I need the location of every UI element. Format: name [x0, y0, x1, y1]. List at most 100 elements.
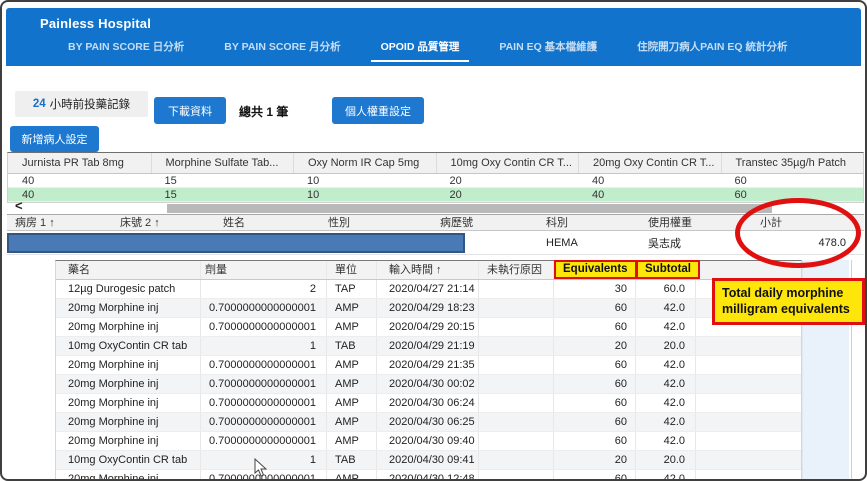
weights-table-row[interactable]: 401510204060 [8, 188, 863, 202]
medication-cell: 2020/04/30 06:24 [377, 394, 479, 412]
weights-cell: 20 [436, 188, 579, 202]
medication-cell: AMP [327, 432, 377, 450]
medication-cell: 1 [201, 337, 327, 355]
medication-table-row[interactable]: 20mg Morphine inj0.7000000000000001AMP20… [56, 318, 801, 337]
medication-cell: 20 [554, 337, 636, 355]
medication-cell: 60 [554, 318, 636, 336]
weights-col-transtec[interactable]: Transtec 35µg/h Patch [721, 153, 864, 173]
weights-col-oxynorm[interactable]: Oxy Norm IR Cap 5mg [293, 153, 436, 173]
medication-cell [479, 318, 554, 336]
med-col-subtotal[interactable]: Subtotal [636, 261, 696, 279]
medication-cell: 42.0 [636, 413, 696, 431]
medication-table-row[interactable]: 20mg Morphine inj0.7000000000000001AMP20… [56, 299, 801, 318]
medication-cell: AMP [327, 413, 377, 431]
medication-table-row[interactable]: 20mg Morphine inj0.7000000000000001AMP20… [56, 413, 801, 432]
tab-pain-score-monthly[interactable]: BY PAIN SCORE 月分析 [214, 39, 350, 62]
medication-cell [479, 356, 554, 374]
personal-weight-button[interactable]: 個人權重設定 [332, 97, 424, 124]
medication-cell: 20.0 [636, 451, 696, 469]
weights-cell: 40 [8, 188, 151, 202]
medication-cell: AMP [327, 470, 377, 481]
patient-col-name[interactable]: 姓名 [215, 215, 320, 231]
weights-col-jurnista[interactable]: Jurnista PR Tab 8mg [8, 153, 151, 173]
patient-department-cell: HEMA [538, 237, 640, 249]
medication-table-header: 藥名 劑量 單位 輸入時間 ↑ 未執行原因 Equivalents Subtot… [56, 261, 801, 280]
medication-cell: 42.0 [636, 470, 696, 481]
weights-cell: 15 [151, 174, 294, 188]
medication-table-row[interactable]: 20mg Morphine inj0.7000000000000001AMP20… [56, 394, 801, 413]
medication-cell: 2020/04/27 21:14 [377, 280, 479, 298]
medication-cell: 2 [201, 280, 327, 298]
med-col-equivalents[interactable]: Equivalents [554, 261, 636, 279]
med-col-unit[interactable]: 單位 [327, 261, 377, 279]
medication-cell [479, 451, 554, 469]
medication-cell: AMP [327, 299, 377, 317]
medication-table-row[interactable]: 10mg OxyContin CR tab1TAB2020/04/30 09:4… [56, 451, 801, 470]
mouse-cursor-icon [254, 458, 267, 481]
med-col-drug-name[interactable]: 藥名 [56, 261, 201, 279]
scroll-left-arrow-icon[interactable]: < [15, 198, 23, 213]
patient-col-bed[interactable]: 床號 2 ↑ [112, 215, 215, 231]
medication-cell: 2020/04/29 20:15 [377, 318, 479, 336]
med-col-entry-time[interactable]: 輸入時間 ↑ [377, 261, 479, 279]
weights-table-row[interactable]: 401510204060 [8, 174, 863, 188]
medication-cell: 12µg Durogesic patch [56, 280, 201, 298]
tab-pain-score-daily[interactable]: BY PAIN SCORE 日分析 [58, 39, 194, 62]
medication-cell: 0.7000000000000001 [201, 394, 327, 412]
medication-cell-filler [696, 375, 801, 393]
medication-cell: 42.0 [636, 432, 696, 450]
medication-cell-filler [696, 337, 801, 355]
medication-cell: 0.7000000000000001 [201, 356, 327, 374]
medication-cell: 2020/04/29 21:19 [377, 337, 479, 355]
medication-cell: 42.0 [636, 299, 696, 317]
medication-table-row[interactable]: 12µg Durogesic patch2TAP2020/04/27 21:14… [56, 280, 801, 299]
medication-cell [479, 375, 554, 393]
medication-table-row[interactable]: 20mg Morphine inj0.7000000000000001AMP20… [56, 432, 801, 451]
medication-cell [479, 337, 554, 355]
medication-cell: 2020/04/30 09:41 [377, 451, 479, 469]
weights-col-oxycontin-10[interactable]: 10mg Oxy Contin CR T... [436, 153, 579, 173]
medication-table-body: 12µg Durogesic patch2TAP2020/04/27 21:14… [56, 280, 801, 481]
patient-col-sex[interactable]: 性別 [320, 215, 432, 231]
equivalents-highlight: Equivalents [554, 260, 637, 279]
medication-cell: 0.7000000000000001 [201, 413, 327, 431]
medication-cell: 60 [554, 375, 636, 393]
medication-table-row[interactable]: 20mg Morphine inj0.7000000000000001AMP20… [56, 356, 801, 375]
weights-col-oxycontin-20[interactable]: 20mg Oxy Contin CR T... [578, 153, 721, 173]
weights-cell: 40 [578, 188, 721, 202]
tab-pain-eq-stats[interactable]: 住院開刀病人PAIN EQ 統計分析 [627, 39, 797, 62]
weights-table-header: Jurnista PR Tab 8mg Morphine Sulfate Tab… [8, 153, 863, 174]
tab-opoid-quality[interactable]: OPOID 品質管理 [371, 39, 470, 62]
medication-cell-filler [696, 394, 801, 412]
medication-cell: AMP [327, 394, 377, 412]
medication-table-row[interactable]: 10mg OxyContin CR tab1TAB2020/04/29 21:1… [56, 337, 801, 356]
download-data-button[interactable]: 下載資料 [154, 97, 226, 124]
weights-cell: 40 [578, 174, 721, 188]
med-col-dose[interactable]: 劑量 [201, 261, 327, 279]
medication-cell: 20mg Morphine inj [56, 356, 201, 374]
weights-col-morphine-sulfate[interactable]: Morphine Sulfate Tab... [151, 153, 294, 173]
medication-table-row[interactable]: 20mg Morphine inj0.7000000000000001AMP20… [56, 375, 801, 394]
add-patient-button[interactable]: 新增病人設定 [10, 126, 99, 152]
annotation-note: Total daily morphine milligram equivalen… [712, 278, 865, 325]
patient-col-chart-no[interactable]: 病歷號 [432, 215, 538, 231]
horizontal-scrollbar[interactable] [167, 204, 772, 213]
medication-cell: AMP [327, 318, 377, 336]
medication-cell: 20mg Morphine inj [56, 413, 201, 431]
medication-cell: 0.7000000000000001 [201, 299, 327, 317]
patient-col-department[interactable]: 科別 [538, 215, 640, 231]
medication-cell: 2020/04/30 09:40 [377, 432, 479, 450]
med-col-not-executed-reason[interactable]: 未執行原因 [479, 261, 554, 279]
medication-cell: 10mg OxyContin CR tab [56, 337, 201, 355]
medication-cell: 42.0 [636, 394, 696, 412]
weights-cell: 20 [436, 174, 579, 188]
medication-cell-filler [696, 451, 801, 469]
patient-col-ward[interactable]: 病房 1 ↑ [7, 215, 112, 231]
weights-cell: 10 [293, 188, 436, 202]
medication-cell: 60 [554, 356, 636, 374]
medication-cell: 20.0 [636, 337, 696, 355]
tab-pain-eq-basic[interactable]: PAIN EQ 基本檔維護 [489, 39, 607, 62]
medication-cell [479, 394, 554, 412]
medication-cell: 2020/04/30 00:02 [377, 375, 479, 393]
medication-table-row[interactable]: 20mg Morphine inj0.7000000000000001AMP20… [56, 470, 801, 481]
